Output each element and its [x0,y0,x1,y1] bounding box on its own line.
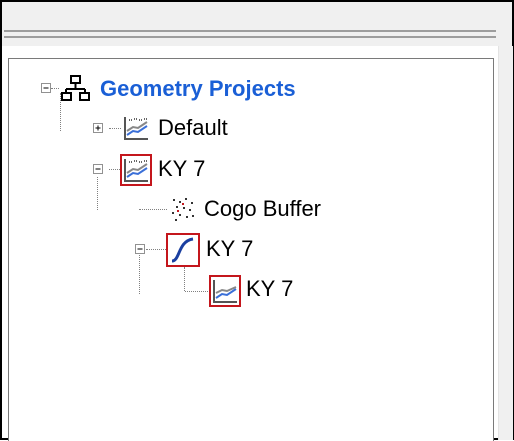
point-cloud-icon [168,195,196,223]
tree-line [146,249,166,250]
tree-node-label-geometry-projects[interactable]: Geometry Projects [97,73,299,105]
tree-line [51,88,59,89]
tree-line [109,169,120,170]
panel-side-strip [498,46,513,440]
grip-line [4,36,496,38]
expand-toggle[interactable] [93,123,103,133]
collapse-toggle[interactable] [41,83,51,93]
hierarchy-icon [61,73,91,103]
tree-node-label-cogo-buffer[interactable]: Cogo Buffer [201,193,324,225]
chart-icon [120,154,152,186]
chart-icon [122,114,150,142]
tree-line [185,291,208,292]
alignment-curve-icon [166,233,200,267]
grip-line [4,30,496,32]
project-tree-panel: Geometry Projects Default KY 7 Cogo Buff… [8,58,494,441]
profile-icon [209,275,241,307]
tree-node-label-ky7-profile[interactable]: KY 7 [243,273,296,305]
tree-line [139,249,140,294]
tree-line [97,177,98,210]
tree-line [184,267,185,291]
tree-node-label-ky7-project[interactable]: KY 7 [155,153,208,185]
project-tree: Geometry Projects Default KY 7 Cogo Buff… [9,59,493,441]
tree-line [109,128,121,129]
collapse-toggle[interactable] [135,244,145,254]
collapse-toggle[interactable] [93,164,103,174]
tree-node-label-default[interactable]: Default [155,112,231,144]
tree-node-label-ky7-alignment[interactable]: KY 7 [203,233,256,265]
tree-line [139,209,167,210]
panel-header-grip[interactable] [2,2,512,46]
